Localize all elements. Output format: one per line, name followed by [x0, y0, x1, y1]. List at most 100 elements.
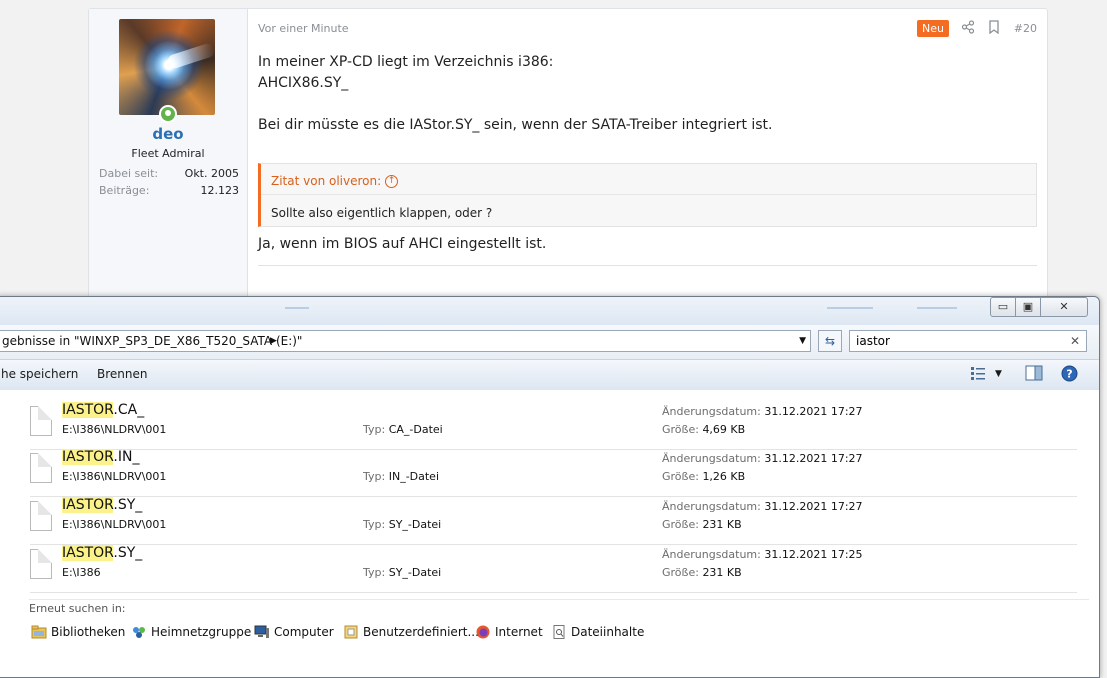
date-value: 31.12.2021 17:25 — [764, 548, 863, 561]
result-row[interactable]: IASTOR.SY_ E:\I386\NLDRV\001 Typ: SY_-Da… — [30, 497, 1077, 545]
file-name: IASTOR.CA_ — [62, 402, 144, 418]
address-bar[interactable]: gebnisse in "WINXP_SP3_DE_X86_T520_SATA … — [0, 330, 811, 352]
location-label: Computer — [274, 625, 334, 639]
size-label: Größe: — [662, 518, 699, 531]
quote-header[interactable]: Zitat von oliveron: ↑ — [271, 174, 399, 188]
post-line: In meiner XP-CD liegt im Verzeichnis i38… — [258, 54, 554, 70]
computer-icon — [254, 625, 269, 638]
post-time[interactable]: Vor einer Minute — [258, 22, 349, 35]
date-label: Änderungsdatum: — [662, 500, 761, 513]
location-computer[interactable]: Computer — [254, 625, 334, 639]
file-size: Größe: 4,69 KB — [662, 423, 745, 436]
quote-block: Zitat von oliveron: ↑ Sollte also eigentl… — [258, 163, 1037, 227]
new-badge: Neu — [917, 20, 949, 37]
user-avatar[interactable] — [119, 19, 215, 115]
view-dropdown-icon[interactable]: ▼ — [995, 369, 1002, 379]
forum-post: deo Fleet Admiral Dabei seit: Okt. 2005 … — [88, 8, 1048, 310]
help-icon[interactable]: ? — [1061, 365, 1078, 382]
explorer-window: ▭ ▣ ✕ gebnisse in "WINXP_SP3_DE_X86_T520… — [0, 296, 1100, 678]
save-search-button[interactable]: he speichern — [1, 367, 78, 381]
location-internet[interactable]: Internet — [475, 625, 543, 639]
file-date: Änderungsdatum: 31.12.2021 17:25 — [662, 548, 863, 561]
ghost-bar — [917, 307, 957, 309]
clear-search-icon[interactable]: ✕ — [1070, 331, 1080, 351]
file-name-match: IASTOR — [62, 449, 114, 465]
joined-value: Okt. 2005 — [184, 167, 239, 180]
type-value: SY_-Datei — [388, 518, 442, 531]
location-libraries[interactable]: Bibliotheken — [31, 625, 125, 639]
type-value: SY_-Datei — [388, 566, 442, 579]
homegroup-icon — [133, 627, 145, 638]
quote-text: Sollte also eigentlich klappen, oder ? — [271, 206, 493, 220]
quote-divider — [261, 194, 1036, 195]
post-line: Bei dir müsste es die IAStor.SY_ sein, w… — [258, 117, 773, 133]
file-name-rest: .SY_ — [113, 497, 143, 513]
size-label: Größe: — [662, 566, 699, 579]
ghost-bar — [827, 307, 873, 309]
chevron-right-icon[interactable]: ▶ — [270, 331, 277, 351]
post-number[interactable]: #20 — [1014, 22, 1037, 35]
file-path: E:\I386 — [62, 566, 101, 579]
file-contents-icon — [553, 625, 565, 639]
date-value: 31.12.2021 17:27 — [764, 405, 863, 418]
date-label: Änderungsdatum: — [662, 548, 761, 561]
arrow-up-icon[interactable]: ↑ — [385, 175, 399, 188]
burn-button[interactable]: Brennen — [97, 367, 147, 381]
file-name-rest: .SY_ — [113, 545, 143, 561]
result-row[interactable]: IASTOR.IN_ E:\I386\NLDRV\001 Typ: IN_-Da… — [30, 449, 1077, 497]
bookmark-icon[interactable] — [987, 20, 1001, 34]
minimize-button[interactable]: ▭ — [990, 297, 1016, 317]
location-homegroup[interactable]: Heimnetzgruppe — [131, 625, 251, 639]
location-custom[interactable]: Benutzerdefiniert... — [343, 625, 479, 639]
joined-label: Dabei seit: — [99, 167, 159, 180]
file-type: Typ: SY_-Datei — [363, 566, 441, 579]
file-type: Typ: SY_-Datei — [363, 518, 441, 531]
result-row[interactable]: IASTOR.SY_ E:\I386 Typ: SY_-Datei Änderu… — [30, 545, 1077, 593]
size-value: 1,26 KB — [702, 470, 746, 483]
user-title: Fleet Admiral — [131, 147, 205, 160]
size-label: Größe: — [662, 470, 699, 483]
location-label: Bibliotheken — [51, 625, 126, 639]
file-name-match: IASTOR — [62, 402, 114, 418]
view-options-icon[interactable] — [970, 365, 986, 381]
location-file-contents[interactable]: Dateiinhalte — [551, 625, 644, 639]
title-bar[interactable]: ▭ ▣ ✕ — [0, 297, 1099, 325]
search-value: iastor — [856, 334, 890, 348]
ghost-bar — [285, 307, 309, 309]
type-label: Typ: — [363, 470, 386, 483]
date-value: 31.12.2021 17:27 — [764, 500, 863, 513]
close-button[interactable]: ✕ — [1040, 297, 1088, 317]
post-line: AHCIX86.SY_ — [258, 75, 349, 91]
file-name-match: IASTOR — [62, 545, 114, 561]
type-label: Typ: — [363, 423, 386, 436]
search-input[interactable]: iastor ✕ — [849, 330, 1087, 352]
file-name-match: IASTOR — [62, 497, 114, 513]
quote-author[interactable]: Zitat von oliveron: — [271, 174, 381, 188]
location-label: Heimnetzgruppe — [151, 625, 252, 639]
size-value: 231 KB — [702, 518, 742, 531]
date-value: 31.12.2021 17:27 — [764, 452, 863, 465]
share-icon[interactable] — [961, 20, 975, 34]
file-size: Größe: 231 KB — [662, 518, 742, 531]
size-value: 231 KB — [702, 566, 742, 579]
result-row[interactable]: IASTOR.CA_ E:\I386\NLDRV\001 Typ: CA_-Da… — [30, 402, 1077, 450]
size-value: 4,69 KB — [702, 423, 746, 436]
chevron-down-icon[interactable]: ▼ — [799, 331, 806, 351]
address-text: gebnisse in "WINXP_SP3_DE_X86_T520_SATA … — [2, 334, 303, 348]
user-info-panel: deo Fleet Admiral Dabei seit: Okt. 2005 … — [89, 9, 248, 309]
file-date: Änderungsdatum: 31.12.2021 17:27 — [662, 500, 863, 513]
firefox-icon — [476, 625, 490, 639]
file-path: E:\I386\NLDRV\001 — [62, 518, 167, 531]
username-link[interactable]: deo — [89, 125, 247, 143]
file-path: E:\I386\NLDRV\001 — [62, 423, 167, 436]
preview-pane-icon[interactable] — [1025, 365, 1043, 381]
maximize-button[interactable]: ▣ — [1015, 297, 1041, 317]
refresh-icon[interactable]: ⇆ — [818, 330, 842, 352]
date-label: Änderungsdatum: — [662, 405, 761, 418]
file-type: Typ: IN_-Datei — [363, 470, 439, 483]
type-label: Typ: — [363, 518, 386, 531]
file-path: E:\I386\NLDRV\001 — [62, 470, 167, 483]
type-value: IN_-Datei — [388, 470, 440, 483]
search-again-divider — [29, 599, 1089, 600]
size-label: Größe: — [662, 423, 699, 436]
